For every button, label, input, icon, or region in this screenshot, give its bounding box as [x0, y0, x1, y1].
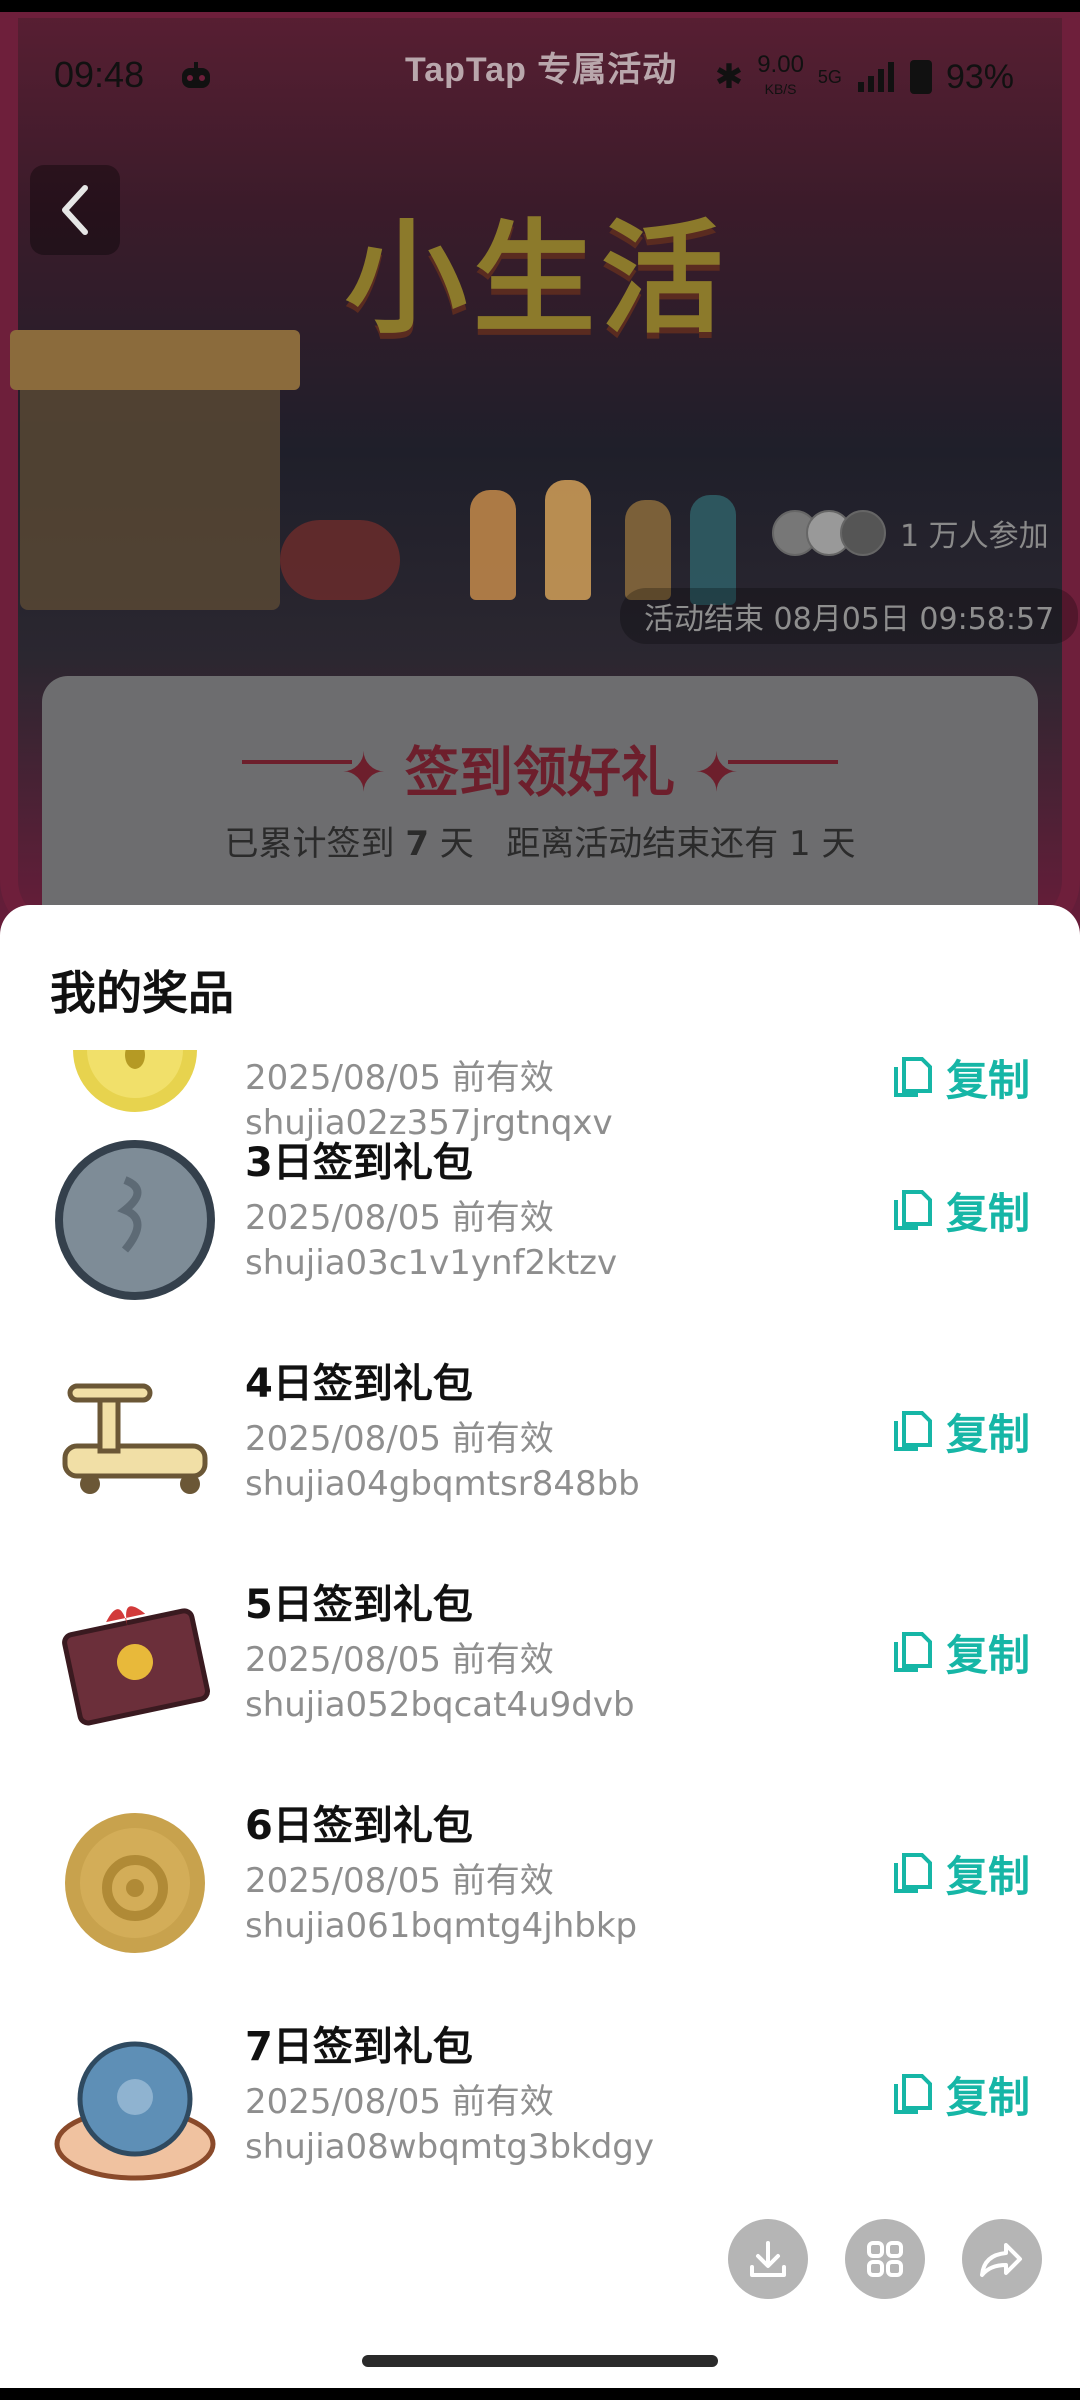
robot-notification-icon [182, 62, 210, 88]
stall-roof [10, 330, 300, 390]
prize-code: shujia03c1v1ynf2ktzv [245, 1243, 618, 1283]
network-speed: 9.00 KB/S [757, 51, 804, 100]
character-figure [625, 500, 671, 600]
prize-name: 7日签到礼包 [245, 2024, 473, 2070]
prize-valid-until: 2025/08/05 前有效 [245, 1640, 554, 1680]
copy-button[interactable]: 复制 [892, 1622, 1030, 1682]
participants[interactable]: 1 万人参加 [772, 510, 1049, 556]
prize-code: shujia04gbqmtsr848bb [245, 1464, 640, 1504]
bronze-medal-icon [65, 1813, 205, 1953]
prize-valid-until: 2025/08/05 前有效 [245, 2082, 554, 2122]
home-indicator[interactable] [362, 2355, 718, 2367]
status-time: 09:48 [54, 54, 145, 95]
copy-icon [893, 1190, 932, 1230]
prize-name: 5日签到礼包 [245, 1582, 473, 1628]
list-item: 5日签到礼包 2025/08/05 前有效 shujia052bqcat4u9d… [0, 1572, 1080, 1792]
status-center-label: TapTap 专属活动 [405, 51, 678, 89]
copy-icon [893, 1632, 932, 1672]
battery-icon [909, 60, 932, 94]
red-envelope-icon [62, 1606, 210, 1726]
copy-icon [893, 1057, 932, 1097]
signal-strength-icon [857, 62, 894, 92]
remaining-days: 1 [789, 824, 811, 864]
copy-button[interactable]: 复制 [892, 1843, 1030, 1903]
copy-button[interactable]: 复制 [892, 1401, 1030, 1461]
character-figure [545, 480, 591, 600]
sheet-title: 我的奖品 [50, 966, 234, 1020]
remaining-prefix: 距离活动结束还有 [506, 824, 779, 864]
copy-label: 复制 [945, 1851, 1030, 1901]
prize-name: 4日签到礼包 [245, 1361, 473, 1407]
copy-icon [893, 1853, 932, 1893]
event-end-time: 活动结束 08月05日 09:58:57 [620, 588, 1079, 644]
prize-code: shujia061bqmtg4jhbkp [245, 1906, 638, 1946]
list-item: 6日签到礼包 2025/08/05 前有效 shujia061bqmtg4jhb… [0, 1793, 1080, 2013]
share-icon [980, 2243, 1022, 2277]
top-edge [0, 0, 1080, 12]
prize-valid-until: 2025/08/05 前有效 [245, 1198, 554, 1238]
screen: 小生活 1 万人参加 活动结束 08月05日 09:58:57 09:48 Ta… [0, 0, 1080, 2400]
bluetooth-icon: ✱ [714, 58, 744, 96]
prize-valid-until: 2025/08/05 前有效 [245, 1419, 554, 1459]
prize-code: shujia08wbqmtg3bkdgy [245, 2127, 654, 2167]
participants-count: 1 万人参加 [900, 519, 1049, 554]
signed-suffix: 天 [439, 824, 474, 864]
checkin-title-text: 签到领好礼 [405, 741, 675, 804]
bottom-edge [0, 2388, 1080, 2400]
sparkle-icon: ✦ [340, 741, 387, 804]
crystal-ball-icon [54, 2041, 216, 2181]
download-button[interactable] [728, 2219, 808, 2299]
prize-valid-until: 2025/08/05 前有效 [245, 1861, 554, 1901]
scooter-icon [62, 1383, 208, 1494]
character-figure [280, 520, 400, 600]
prize-code: shujia052bqcat4u9dvb [245, 1685, 635, 1725]
signed-days: 7 [405, 824, 429, 864]
list-item: 3日签到礼包 2025/08/05 前有效 shujia03c1v1ynf2kt… [0, 1130, 1080, 1350]
network-speed-unit: KB/S [764, 81, 797, 97]
status-bar: 09:48 TapTap 专属活动 ✱ 9.00 KB/S 5G 93% [0, 40, 1080, 110]
silver-coin-icon [55, 1140, 215, 1300]
prize-valid-until: 2025/08/05 前有效 [245, 1058, 554, 1098]
copy-label: 复制 [945, 1409, 1030, 1459]
copy-label: 复制 [945, 1055, 1030, 1105]
prize-name: 3日签到礼包 [245, 1140, 473, 1186]
prize-list[interactable]: 2025/08/05 前有效 shujia02z357jrgtnqxv 复制 3… [0, 1050, 1080, 2350]
chevron-left-icon [62, 185, 88, 235]
character-figure [470, 490, 516, 600]
prize-name: 6日签到礼包 [245, 1803, 473, 1849]
copy-button[interactable]: 复制 [892, 2064, 1030, 2124]
grid-button[interactable] [845, 2219, 925, 2299]
download-icon [750, 2241, 786, 2277]
checkin-title: ✦ 签到领好礼 ✦ [42, 728, 1038, 807]
copy-label: 复制 [945, 2072, 1030, 2122]
gold-coin-icon [73, 1050, 197, 1112]
signed-prefix: 已累计签到 [224, 824, 395, 864]
copy-button[interactable]: 复制 [892, 1180, 1030, 1240]
grid-icon [867, 2241, 903, 2277]
copy-label: 复制 [945, 1188, 1030, 1238]
copy-icon [893, 2074, 932, 2114]
checkin-progress: 已累计签到 7 天 距离活动结束还有 1 天 [42, 816, 1038, 865]
event-title: 小生活 [345, 208, 729, 350]
list-item: 4日签到礼包 2025/08/05 前有效 shujia04gbqmtsr848… [0, 1351, 1080, 1571]
network-speed-value: 9.00 [757, 51, 804, 78]
list-item: 7日签到礼包 2025/08/05 前有效 shujia08wbqmtg3bkd… [0, 2014, 1080, 2234]
copy-icon [893, 1411, 932, 1451]
remaining-suffix: 天 [821, 824, 856, 864]
signal-type: 5G [817, 66, 842, 87]
status-indicators: ✱ 9.00 KB/S 5G 93% [714, 51, 1014, 100]
back-button[interactable] [30, 165, 120, 255]
share-button[interactable] [962, 2219, 1042, 2299]
copy-button[interactable]: 复制 [892, 1050, 1030, 1107]
participant-avatar [840, 510, 886, 556]
prizes-sheet: 我的奖品 2025/08/05 前有效 shujia02z357jrgtnqxv… [0, 905, 1080, 2400]
battery-level: 93% [945, 57, 1014, 96]
copy-label: 复制 [945, 1630, 1030, 1680]
sparkle-icon: ✦ [693, 741, 740, 804]
